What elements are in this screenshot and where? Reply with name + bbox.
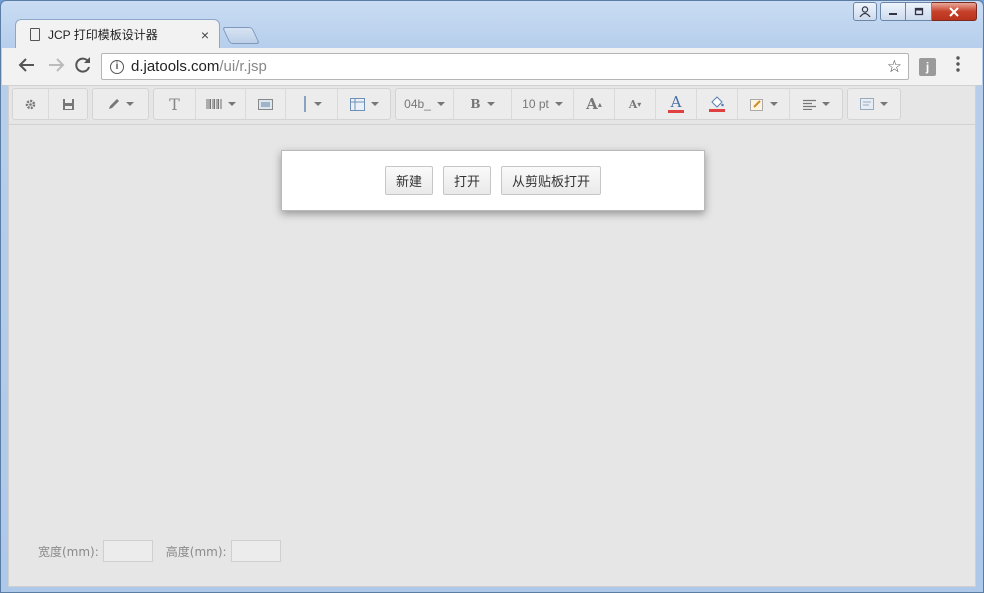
- browser-tab-active[interactable]: JCP 打印模板设计器 ×: [15, 19, 220, 49]
- chevron-down-icon: [126, 102, 134, 106]
- arrange-icon: [860, 98, 874, 110]
- width-label: 宽度(mm):: [38, 544, 99, 559]
- fill-color-button[interactable]: [697, 89, 738, 119]
- designer-page: T 04b_ B 10 pt A ▴ A ▾ A 新建 打开 从剪贴板打开 宽度…: [8, 85, 976, 587]
- font-color-button[interactable]: A: [656, 89, 697, 119]
- fill-color-swatch: [709, 109, 725, 112]
- restore-button[interactable]: [906, 2, 932, 21]
- font-group: 04b_ B 10 pt A ▴ A ▾ A: [395, 88, 843, 120]
- insert-group: T: [153, 88, 391, 120]
- start-dialog: 新建 打开 从剪贴板打开: [281, 150, 705, 211]
- edit-border-icon: [749, 98, 763, 111]
- border-dropdown-button[interactable]: [738, 89, 790, 119]
- reload-button[interactable]: [74, 56, 92, 74]
- tab-title: JCP 打印模板设计器: [48, 28, 158, 42]
- paint-bucket-icon: [711, 96, 724, 108]
- file-group: [12, 88, 88, 120]
- page-icon: [30, 28, 40, 41]
- close-window-button[interactable]: [932, 2, 977, 21]
- gear-icon: [25, 99, 36, 109]
- table-icon: [349, 97, 365, 111]
- align-left-icon: [802, 99, 816, 110]
- arrange-dropdown-button[interactable]: [848, 89, 900, 119]
- more-vertical-icon: [956, 56, 960, 72]
- bold-label: B: [470, 97, 481, 111]
- bookmark-star-icon[interactable]: ☆: [887, 57, 902, 77]
- chevron-down-icon: [370, 102, 379, 106]
- tab-close-icon[interactable]: ×: [201, 27, 209, 43]
- save-button[interactable]: [49, 89, 87, 119]
- vertical-line-icon: [303, 96, 306, 112]
- reload-icon: [75, 57, 90, 73]
- height-label: 高度(mm):: [165, 544, 227, 559]
- chevron-down-icon: [313, 102, 322, 106]
- increase-font-button[interactable]: A ▴: [574, 89, 615, 119]
- new-tab-button[interactable]: [222, 27, 260, 44]
- chevron-down-icon: [227, 102, 236, 106]
- minimize-icon: [889, 12, 897, 15]
- decrease-font-icon: A: [628, 97, 638, 111]
- restore-icon: [914, 7, 923, 16]
- chevron-down-icon: [436, 102, 445, 106]
- increase-font-icon: A: [586, 95, 598, 113]
- toolbar-divider: [9, 124, 975, 125]
- browser-toolbar: i d.jatools.com /ui/r.jsp ☆ j: [2, 48, 982, 86]
- draw-group: [92, 88, 149, 120]
- back-arrow-icon: [18, 58, 34, 72]
- width-input[interactable]: [102, 540, 153, 562]
- align-dropdown-button[interactable]: [790, 89, 842, 119]
- tab-strip: JCP 打印模板设计器 ×: [9, 15, 609, 49]
- layout-group: [847, 88, 901, 120]
- new-button[interactable]: 新建: [384, 166, 433, 195]
- line-dropdown-button[interactable]: [286, 89, 338, 119]
- chevron-down-icon: [769, 102, 778, 106]
- open-button[interactable]: 打开: [442, 166, 491, 195]
- font-name-dropdown[interactable]: 04b_: [396, 89, 454, 119]
- info-icon[interactable]: i: [110, 59, 124, 74]
- url-path: /ui/r.jsp: [219, 58, 267, 75]
- address-bar[interactable]: i d.jatools.com /ui/r.jsp ☆: [101, 53, 909, 80]
- decrease-font-button[interactable]: A ▾: [615, 89, 656, 119]
- minimize-button[interactable]: [880, 2, 906, 21]
- font-color-swatch: [668, 110, 684, 113]
- back-button[interactable]: [18, 56, 36, 74]
- close-icon: [949, 6, 959, 17]
- chevron-down-icon: [821, 102, 830, 106]
- pencil-dropdown-button[interactable]: [93, 89, 148, 119]
- pencil-icon: [109, 98, 119, 109]
- forward-button[interactable]: [47, 56, 65, 74]
- height-input[interactable]: [230, 540, 281, 562]
- font-size-value: 10 pt: [522, 97, 549, 111]
- font-size-dropdown[interactable]: 10 pt: [512, 89, 574, 119]
- url-host: d.jatools.com: [131, 58, 220, 75]
- bold-dropdown-button[interactable]: B: [454, 89, 512, 119]
- user-icon: [859, 6, 871, 17]
- chevron-down-icon: [880, 102, 888, 106]
- window-controls: [853, 2, 977, 21]
- user-profile-button[interactable]: [853, 2, 877, 21]
- extension-icon[interactable]: j: [919, 58, 936, 76]
- chevron-down-icon: [554, 102, 563, 106]
- designer-toolbar: T 04b_ B 10 pt A ▴ A ▾ A: [12, 88, 905, 122]
- font-name-value: 04b_: [404, 97, 431, 111]
- chevron-down-icon: [486, 102, 495, 106]
- barcode-dropdown-button[interactable]: [196, 89, 246, 119]
- open-from-clipboard-button[interactable]: 从剪贴板打开: [501, 166, 602, 195]
- font-color-icon: A: [670, 93, 682, 111]
- image-button[interactable]: [246, 89, 286, 119]
- save-icon: [62, 98, 74, 110]
- forward-arrow-icon: [49, 58, 65, 72]
- image-icon: [258, 98, 273, 110]
- settings-button[interactable]: [13, 89, 49, 119]
- table-dropdown-button[interactable]: [338, 89, 390, 119]
- text-tool-button[interactable]: T: [154, 89, 196, 119]
- dimension-inputs: 宽度(mm): 高度(mm):: [38, 540, 294, 562]
- browser-menu-button[interactable]: [955, 56, 965, 72]
- barcode-icon: [205, 99, 222, 109]
